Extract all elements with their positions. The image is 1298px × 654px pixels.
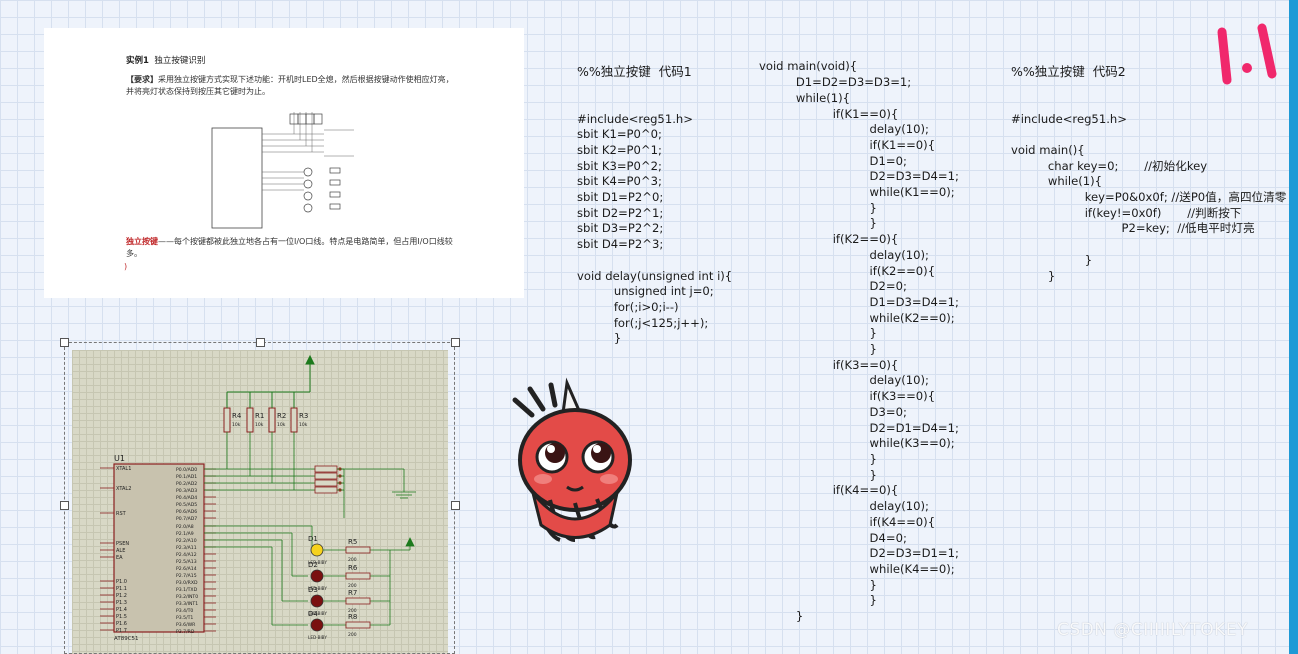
- code-line: #include<reg51.h>: [577, 111, 693, 126]
- code-line: char key=0; //初始化key: [1011, 158, 1208, 173]
- code-line: D2=D1=D4=1;: [759, 420, 959, 435]
- resize-handle-top-right[interactable]: [451, 338, 460, 347]
- code-line: }: [759, 609, 804, 624]
- code-line: }: [759, 593, 877, 608]
- code-line: sbit K1=P0^0;: [577, 127, 662, 142]
- code-line: if(K2==0){: [759, 263, 936, 278]
- code-line: D1=0;: [759, 153, 907, 168]
- code-line: key=P0&0x0f; //送P0值，高四位清零: [1011, 190, 1287, 205]
- code-block-2-lines: void main(void){ D1=D2=D3=D3=1; while(1)…: [759, 59, 959, 624]
- code-line: while(K1==0);: [759, 185, 955, 200]
- selection-frame: [64, 342, 455, 654]
- code-line: sbit D2=P2^1;: [577, 205, 664, 220]
- code-line: sbit K4=P0^3;: [577, 174, 662, 189]
- code-line: D1=D3=D4=1;: [759, 294, 959, 309]
- doc-title: 实例1 独立按键识别: [126, 56, 206, 66]
- code-line: P2=key; //低电平时灯亮: [1011, 221, 1255, 236]
- code-line: sbit D3=P2^2;: [577, 221, 664, 236]
- code-line: if(K1==0){: [759, 137, 936, 152]
- code-line: }: [759, 326, 877, 341]
- mascot-sticker: [512, 377, 632, 542]
- code-line: sbit D4=P2^3;: [577, 237, 664, 252]
- code-line: void delay(unsigned int i){: [577, 268, 733, 283]
- code-line: D2=D3=D1=1;: [759, 546, 959, 561]
- code-line: while(1){: [759, 90, 851, 105]
- code-line: }: [1011, 268, 1056, 283]
- code-line: }: [1011, 252, 1093, 267]
- doc-circuit-thumbnail: [211, 112, 354, 229]
- code-block-1-heading: %%独立按键 代码1: [577, 64, 692, 80]
- doodle-mark: [1217, 23, 1277, 85]
- code-block-1-lines: #include<reg51.h> sbit K1=P0^0; sbit K2=P0…: [577, 112, 732, 348]
- code-line: D1=D2=D3=D3=1;: [759, 75, 912, 90]
- code-block-3-lines: #include<reg51.h> void main(){ char key=…: [1011, 112, 1286, 285]
- resize-handle-right[interactable]: [451, 501, 460, 510]
- document-snippet: 实例1 独立按键识别 【要求】采用独立按键方式实现下述功能：开机时LED全熄，然…: [44, 28, 524, 298]
- scrollbar-accent[interactable]: [1289, 0, 1298, 654]
- code-line: }: [759, 577, 877, 592]
- code-line: if(K4==0){: [759, 514, 936, 529]
- code-line: }: [759, 451, 877, 466]
- code-line: for(;i>0;i--): [577, 299, 679, 314]
- code-line: if(K2==0){: [759, 232, 899, 247]
- code-line: delay(10);: [759, 499, 929, 514]
- watermark: CSDN @CIIIIILYTOKEY: [1057, 620, 1248, 640]
- code-block-2: void main(void){ D1=D2=D3=D3=1; while(1)…: [759, 28, 959, 640]
- code-line: void main(void){: [759, 59, 858, 74]
- code-line: unsigned int j=0;: [577, 284, 714, 299]
- code-line: if(K3==0){: [759, 389, 936, 404]
- resize-handle-top-left[interactable]: [60, 338, 69, 347]
- doc-description: 独立按键——每个按键都被此独立地各占有一位I/O口线。特点是电路简单，但占用I/…: [126, 237, 453, 258]
- code-line: D2=0;: [759, 279, 907, 294]
- code-line: if(K3==0){: [759, 357, 899, 372]
- code-line: if(K4==0){: [759, 483, 899, 498]
- code-line: delay(10);: [759, 122, 929, 137]
- code-line: while(K4==0);: [759, 561, 955, 576]
- code-line: }: [759, 342, 877, 357]
- code-line: void main(){: [1011, 142, 1085, 157]
- code-line: delay(10);: [759, 373, 929, 388]
- code-line: D3=0;: [759, 404, 907, 419]
- resize-handle-left[interactable]: [60, 501, 69, 510]
- code-line: }: [759, 200, 877, 215]
- code-line: sbit K3=P0^2;: [577, 158, 662, 173]
- code-line: sbit D1=P2^0;: [577, 190, 664, 205]
- doc-requirement: 【要求】采用独立按键方式实现下述功能：开机时LED全熄，然后根据按键动作使相应灯…: [126, 75, 454, 96]
- code-line: delay(10);: [759, 247, 929, 262]
- doc-closing-paren: ): [124, 262, 128, 271]
- resize-handle-top[interactable]: [256, 338, 265, 347]
- code-line: }: [759, 467, 877, 482]
- code-line: }: [759, 216, 877, 231]
- code-line: D2=D3=D4=1;: [759, 169, 959, 184]
- code-line: while(K2==0);: [759, 310, 955, 325]
- code-line: while(K3==0);: [759, 436, 955, 451]
- code-line: while(1){: [1011, 174, 1103, 189]
- code-block-1: %%独立按键 代码1 #include<reg51.h> sbit K1=P0^0…: [577, 33, 732, 363]
- code-line: }: [577, 331, 622, 346]
- code-line: if(K1==0){: [759, 106, 899, 121]
- code-line: #include<reg51.h>: [1011, 111, 1127, 126]
- code-line: if(key!=0x0f) //判断按下: [1011, 205, 1242, 220]
- code-line: sbit K2=P0^1;: [577, 142, 662, 157]
- code-line: for(;j<125;j++);: [577, 315, 709, 330]
- code-line: D4=0;: [759, 530, 907, 545]
